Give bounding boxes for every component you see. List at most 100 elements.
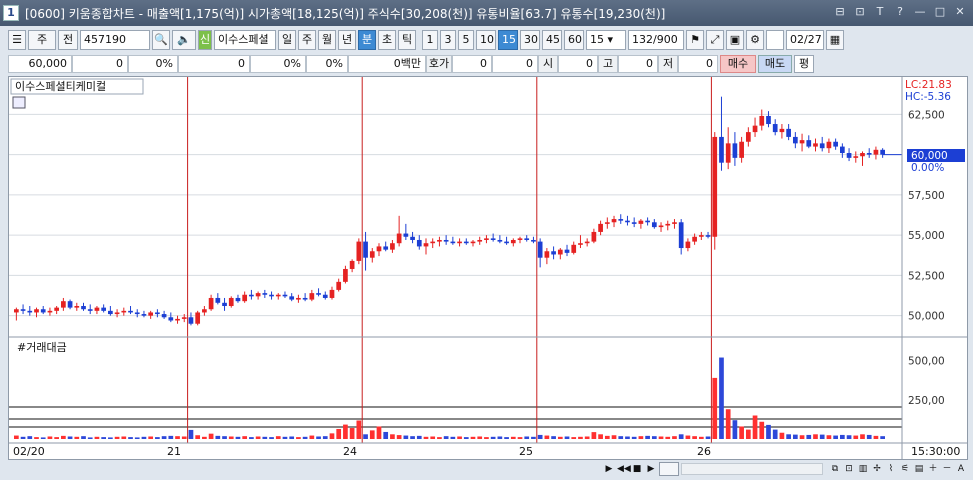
stock-code-input[interactable]: 457190 <box>80 30 150 50</box>
volume-bar <box>739 426 744 439</box>
period-second[interactable]: 초 <box>378 30 396 50</box>
candle-body <box>296 297 301 300</box>
window-number-badge: 1 <box>3 5 19 21</box>
candle-body <box>168 317 174 321</box>
chart-scrollbar[interactable]: ▶ ◀◀ ■ ▶ ⧉ ⊡ ▥ ✢ ⌇ ⚟ ▤ ＋ － A <box>603 461 969 477</box>
candle-body <box>235 297 241 302</box>
trendline-icon[interactable]: ⤢ <box>706 30 724 50</box>
volume-bar <box>839 434 845 439</box>
candle-body <box>61 301 66 308</box>
zoom-range-icon[interactable]: ⧉ <box>829 462 841 476</box>
period-month[interactable]: 월 <box>318 30 336 50</box>
settings-gear-icon[interactable]: ⚙ <box>746 30 764 50</box>
calendar-icon[interactable]: ▦ <box>826 30 844 50</box>
indicator-list-icon[interactable]: ⚟ <box>899 462 911 476</box>
interval-30[interactable]: 30 <box>520 30 540 50</box>
interval-10[interactable]: 10 <box>476 30 496 50</box>
candle-body <box>255 293 261 297</box>
menu-icon[interactable]: ☰ <box>8 30 26 50</box>
volume-bar <box>833 435 838 439</box>
pan-icon[interactable]: ✢ <box>871 462 883 476</box>
volume-bar <box>396 435 402 439</box>
scroll-thumb[interactable] <box>659 462 679 476</box>
avg-button[interactable]: 평 <box>794 55 814 73</box>
font-size-icon[interactable]: A <box>955 462 967 476</box>
low-value: 0 <box>678 55 718 73</box>
close-icon[interactable]: ✕ <box>953 5 967 19</box>
volume-bar <box>766 424 771 439</box>
data-table-icon[interactable] <box>12 96 26 109</box>
period-minute[interactable]: 분 <box>358 30 376 50</box>
period-day[interactable]: 일 <box>278 30 296 50</box>
price-volume-chart[interactable]: 62,500 60,000 57,500 55,000 52,500 50,000 500,… <box>9 77 967 459</box>
scroll-right-icon[interactable]: ▶ <box>603 462 615 476</box>
interval-15[interactable]: 15 <box>498 30 518 50</box>
volume-bar <box>61 435 66 439</box>
interval-select-value: 15 <box>590 33 604 46</box>
zoom-fit-icon[interactable]: ⊡ <box>843 462 855 476</box>
stock-mode-select[interactable]: 주 <box>28 30 56 50</box>
period-week[interactable]: 주 <box>298 30 316 50</box>
candle-body <box>155 312 160 315</box>
interval-60[interactable]: 60 <box>564 30 584 50</box>
scroll-track[interactable] <box>681 463 823 475</box>
volume-bar <box>819 434 825 439</box>
line-chart-icon[interactable]: ⌇ <box>885 462 897 476</box>
search-icon[interactable]: 🔍 <box>152 30 170 50</box>
volume-bar <box>685 435 691 439</box>
date-input[interactable]: 02/27 <box>786 30 824 50</box>
candle-body <box>766 115 771 125</box>
interval-1[interactable]: 1 <box>422 30 438 50</box>
volume-bar <box>114 436 120 439</box>
volume-bar <box>74 436 80 439</box>
zoom-in-icon[interactable]: ＋ <box>927 462 939 476</box>
period-year[interactable]: 년 <box>338 30 356 50</box>
volume-bar <box>269 437 274 439</box>
stop-icon[interactable]: ■ <box>631 462 643 476</box>
volume-bar <box>544 435 550 439</box>
sound-icon[interactable]: 🔈 <box>172 30 196 50</box>
play-icon[interactable]: ▶ <box>645 462 657 476</box>
data-count-input[interactable]: 132/900 <box>628 30 684 50</box>
candle-body <box>376 246 382 252</box>
candle-body <box>242 294 248 302</box>
chart-type-icon[interactable]: ▤ <box>913 462 925 476</box>
volume-bar <box>853 435 859 439</box>
rewind-icon[interactable]: ◀◀ <box>617 462 631 476</box>
chart-area[interactable]: 62,500 60,000 57,500 55,000 52,500 50,000 500,… <box>8 76 968 460</box>
candle-body <box>40 309 46 313</box>
help-icon[interactable]: ? <box>893 5 907 19</box>
candle-body <box>101 307 107 311</box>
interval-select[interactable]: 15 ▾ <box>586 30 626 50</box>
xlabel-4: 26 <box>697 445 711 458</box>
trade-amount: 0백만 <box>348 55 426 73</box>
font-icon[interactable]: T <box>873 5 887 19</box>
maximize-icon[interactable]: □ <box>933 5 947 19</box>
volume-bar <box>457 436 462 439</box>
save-icon[interactable]: ▣ <box>726 30 744 50</box>
volume-bar <box>524 436 530 439</box>
bar-chart-icon[interactable]: ▥ <box>857 462 869 476</box>
minimize-icon[interactable]: — <box>913 5 927 19</box>
restore-layout-icon[interactable]: ⊡ <box>853 5 867 19</box>
buy-button[interactable]: 매수 <box>720 55 756 73</box>
candle-body <box>47 310 53 313</box>
interval-3[interactable]: 3 <box>440 30 456 50</box>
candle-body <box>846 153 852 158</box>
volume-bar <box>275 436 281 439</box>
indicator-icon[interactable]: ⚑ <box>686 30 704 50</box>
sell-button[interactable]: 매도 <box>758 55 792 73</box>
volume-bar <box>376 426 382 439</box>
whole-button[interactable]: 전 <box>58 30 78 50</box>
date-checkbox[interactable] <box>766 30 784 50</box>
candle-body <box>282 294 288 297</box>
candle-body <box>94 307 100 311</box>
interval-5[interactable]: 5 <box>458 30 474 50</box>
interval-45[interactable]: 45 <box>542 30 562 50</box>
volume-bar <box>262 436 268 439</box>
candle-body <box>792 136 798 144</box>
period-tick[interactable]: 틱 <box>398 30 416 50</box>
candle-body <box>725 143 731 163</box>
layout-icon[interactable]: ⊟ <box>833 5 847 19</box>
zoom-out-icon[interactable]: － <box>941 462 953 476</box>
